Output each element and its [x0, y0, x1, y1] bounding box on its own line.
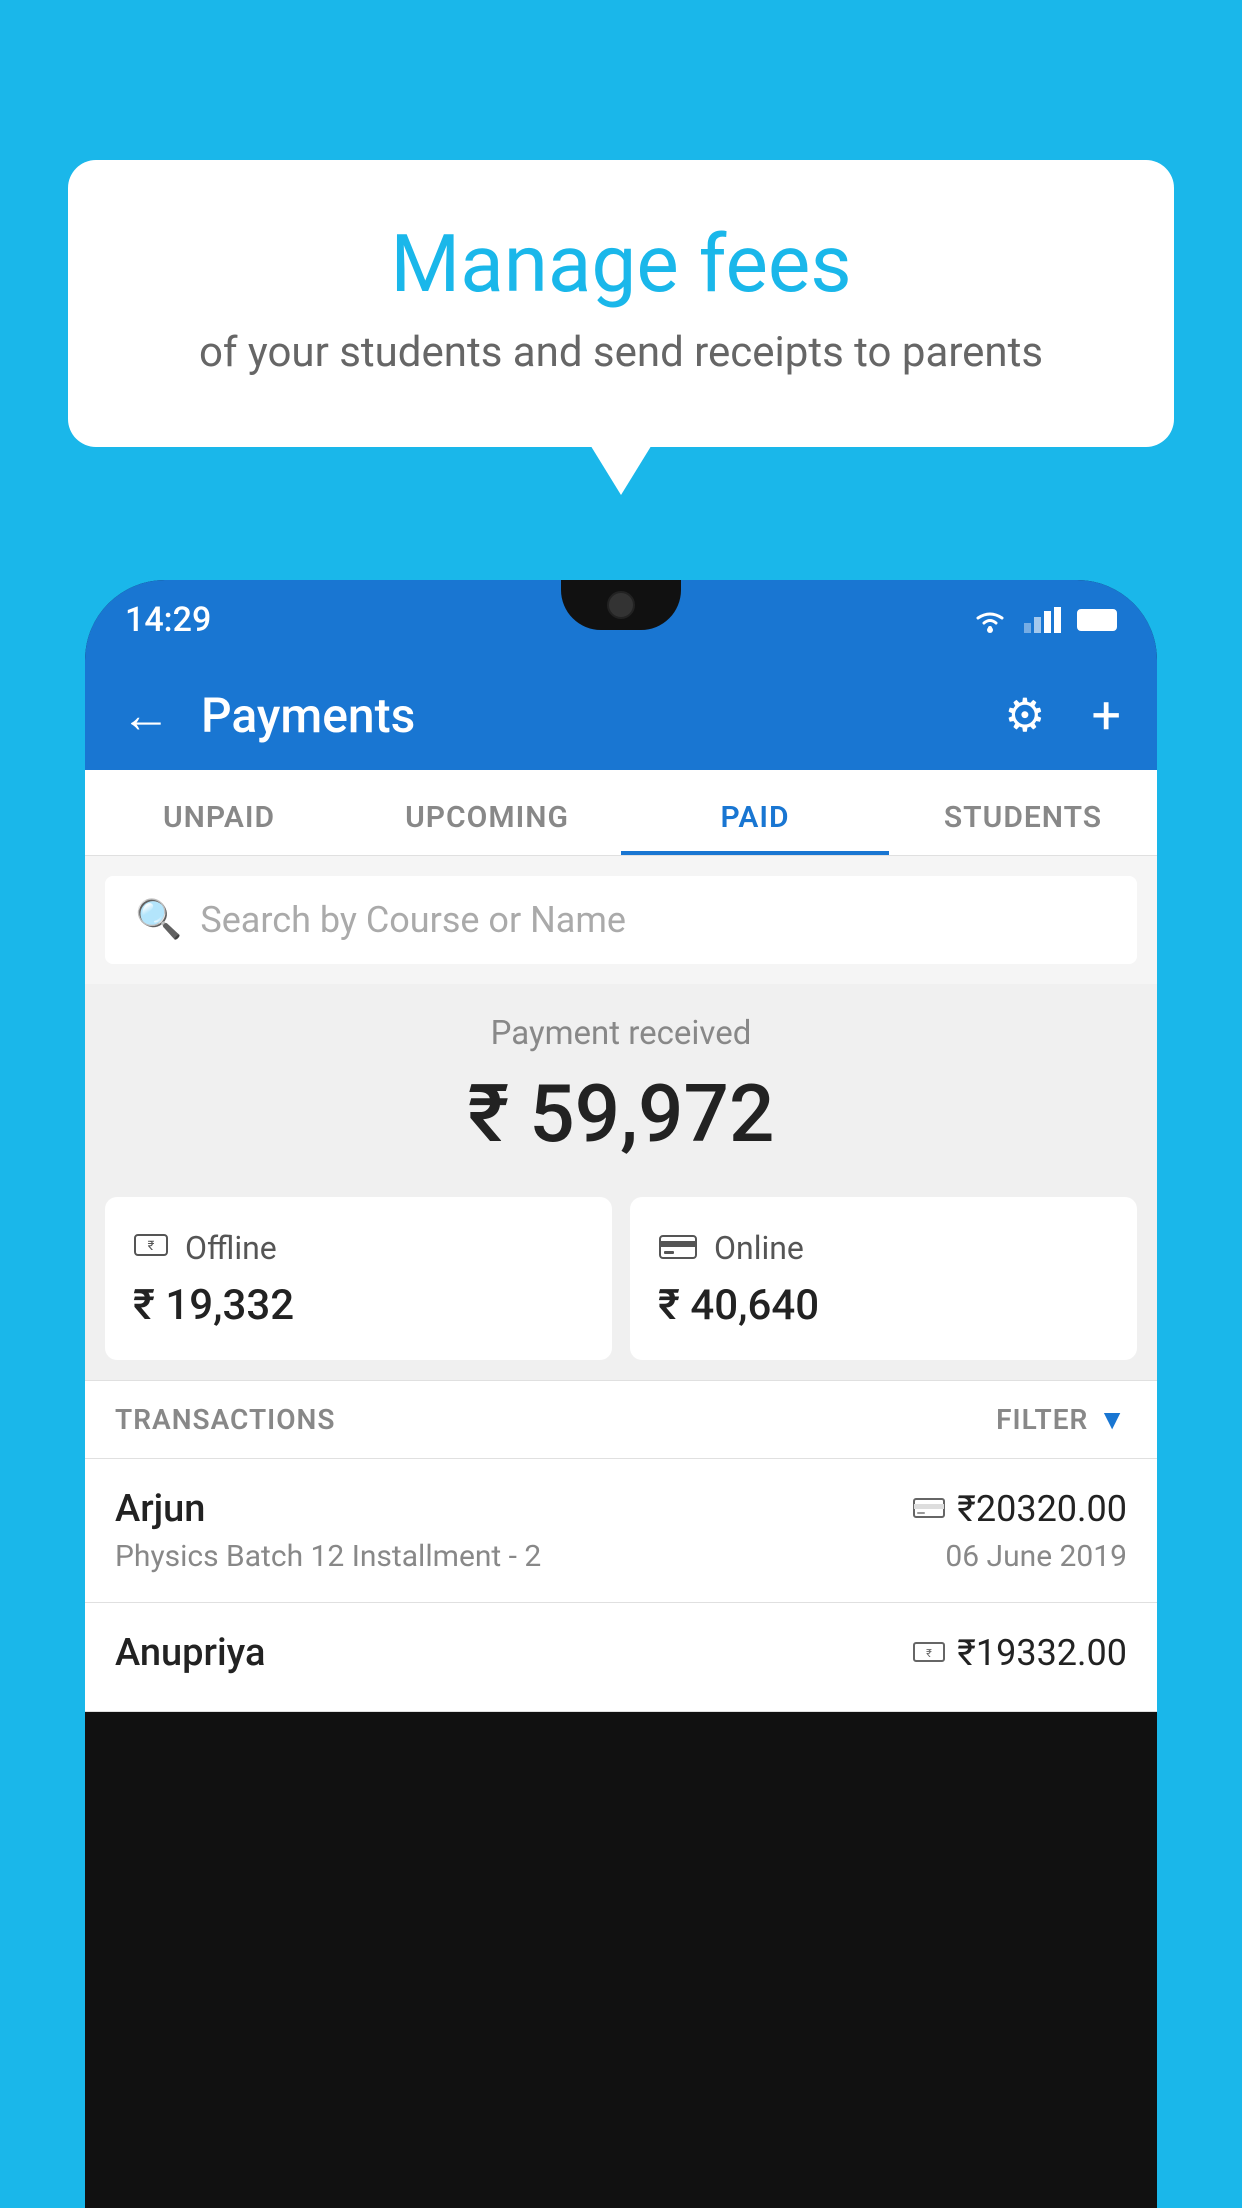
transaction-amount-1: ₹20320.00: [913, 1488, 1127, 1530]
status-icons: [972, 606, 1117, 634]
filter-icon: ▼: [1098, 1403, 1127, 1436]
transaction-amount-2: ₹ ₹19332.00: [913, 1632, 1127, 1674]
payment-received-amount: ₹ 59,972: [105, 1067, 1137, 1161]
back-button[interactable]: ←: [121, 686, 171, 745]
card-payment-icon: [658, 1227, 698, 1269]
credit-card-icon: [658, 1232, 698, 1260]
search-placeholder: Search by Course or Name: [200, 899, 626, 941]
filter-button[interactable]: FILTER ▼: [996, 1403, 1127, 1436]
tab-students[interactable]: STUDENTS: [889, 770, 1157, 855]
table-row[interactable]: Anupriya ₹ ₹19332.00: [85, 1603, 1157, 1712]
transaction-date-1: 06 June 2019: [945, 1539, 1127, 1574]
tab-paid[interactable]: PAID: [621, 770, 889, 855]
phone-frame: 14:29 ← Payments ⚙: [85, 580, 1157, 2208]
tab-unpaid[interactable]: UNPAID: [85, 770, 353, 855]
transaction-name-2: Anupriya: [115, 1631, 265, 1675]
rupee-note-icon: ₹: [133, 1230, 169, 1260]
payment-offline-icon-2: ₹: [913, 1641, 945, 1663]
transaction-bottom-1: Physics Batch 12 Installment - 2 06 June…: [115, 1539, 1127, 1574]
gear-icon[interactable]: ⚙: [1004, 688, 1045, 743]
svg-text:₹: ₹: [148, 1239, 155, 1254]
transaction-top-2: Anupriya ₹ ₹19332.00: [115, 1631, 1127, 1675]
transactions-label: TRANSACTIONS: [115, 1403, 335, 1436]
battery-icon: [1077, 609, 1117, 631]
online-amount: ₹ 40,640: [658, 1281, 1109, 1330]
tab-upcoming[interactable]: UPCOMING: [353, 770, 621, 855]
transactions-header: TRANSACTIONS FILTER ▼: [85, 1380, 1157, 1459]
search-bar[interactable]: 🔍 Search by Course or Name: [105, 876, 1137, 964]
transaction-top-1: Arjun ₹20320.00: [115, 1487, 1127, 1531]
transaction-name-1: Arjun: [115, 1487, 205, 1531]
table-row[interactable]: Arjun ₹20320.00 Physics Batch 12 Install…: [85, 1459, 1157, 1603]
offline-amount: ₹ 19,332: [133, 1281, 584, 1330]
status-time: 14:29: [125, 600, 211, 640]
bubble-title: Manage fees: [128, 220, 1114, 308]
payment-cards-row: ₹ Offline ₹ 19,332 Onli: [85, 1197, 1157, 1380]
online-card: Online ₹ 40,640: [630, 1197, 1137, 1360]
search-icon: 🔍: [135, 898, 182, 942]
svg-text:₹: ₹: [926, 1647, 932, 1660]
phone-notch: [561, 580, 681, 630]
status-bar: 14:29: [85, 580, 1157, 660]
tabs-bar: UNPAID UPCOMING PAID STUDENTS: [85, 770, 1157, 856]
online-label: Online: [714, 1229, 804, 1267]
phone-content: 🔍 Search by Course or Name Payment recei…: [85, 856, 1157, 1712]
card-icon-2: ₹: [913, 1636, 945, 1671]
bubble-subtitle: of your students and send receipts to pa…: [128, 328, 1114, 377]
add-button[interactable]: +: [1091, 685, 1121, 746]
payment-received-section: Payment received ₹ 59,972: [85, 984, 1157, 1197]
offline-icon: ₹: [133, 1227, 169, 1269]
offline-label: Offline: [185, 1229, 277, 1267]
card-icon-1: [913, 1492, 945, 1527]
transaction-course-1: Physics Batch 12 Installment - 2: [115, 1539, 541, 1574]
online-card-header: Online: [658, 1227, 1109, 1269]
app-bar-title: Payments: [201, 687, 974, 744]
signal-icon: [1024, 607, 1061, 633]
app-bar: ← Payments ⚙ +: [85, 660, 1157, 770]
speech-bubble: Manage fees of your students and send re…: [68, 160, 1174, 447]
filter-text: FILTER: [996, 1403, 1088, 1436]
phone-camera: [607, 591, 635, 619]
offline-card: ₹ Offline ₹ 19,332: [105, 1197, 612, 1360]
payment-card-icon-1: [913, 1497, 945, 1519]
wifi-icon: [972, 606, 1008, 634]
payment-received-label: Payment received: [105, 1014, 1137, 1053]
offline-card-header: ₹ Offline: [133, 1227, 584, 1269]
